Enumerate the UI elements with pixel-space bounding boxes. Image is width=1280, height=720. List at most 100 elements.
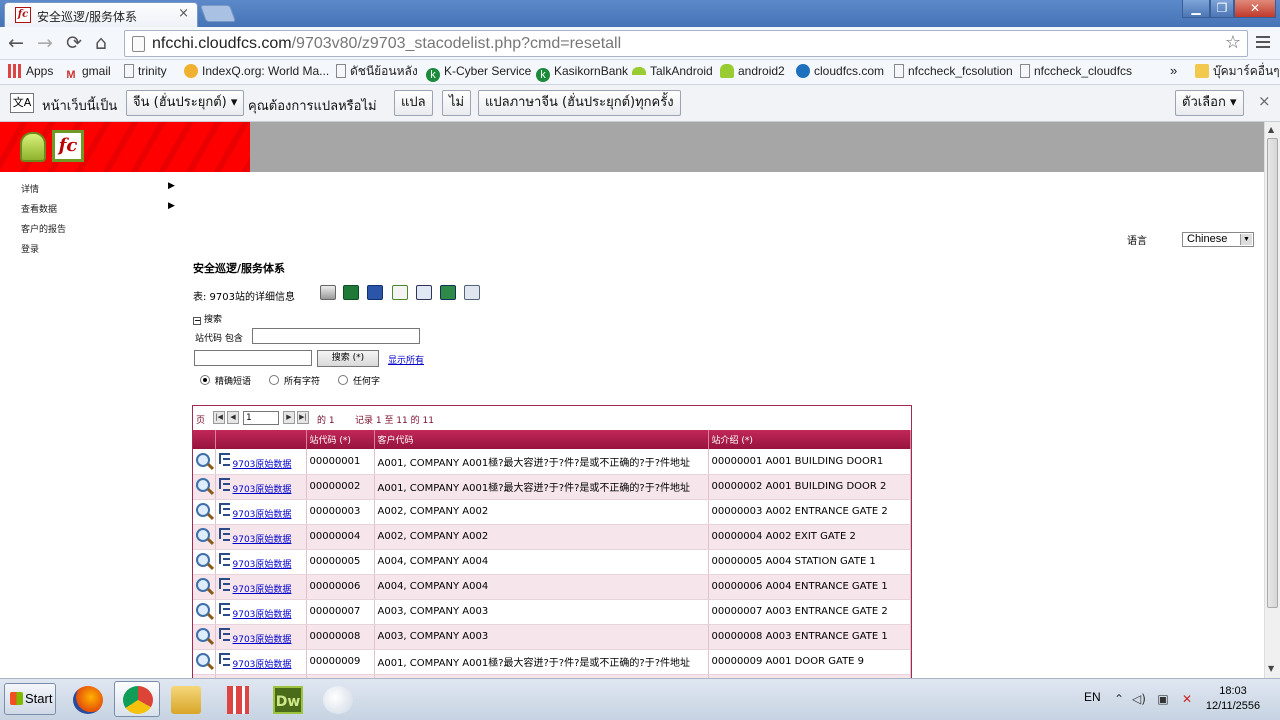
network-icon[interactable]: ▣ (1156, 692, 1170, 706)
bookmark-kasikorn[interactable]: k KasikornBank (536, 63, 628, 82)
vertical-scrollbar[interactable]: ▲ ▼ (1264, 122, 1280, 678)
basic-search-input[interactable] (194, 350, 312, 366)
scrollbar-thumb[interactable] (1267, 138, 1278, 608)
back-arrow-icon[interactable]: ← (8, 33, 24, 53)
input-language[interactable]: EN (1084, 690, 1101, 704)
word-icon[interactable] (367, 285, 383, 300)
bookmarks-more-button[interactable]: » (1170, 63, 1177, 79)
scroll-down-icon[interactable]: ▼ (1268, 664, 1274, 673)
page-number-input[interactable]: 1 (243, 411, 279, 425)
bookmark-apps[interactable]: Apps (8, 63, 53, 79)
magnifier-icon[interactable] (196, 603, 210, 617)
show-all-link[interactable]: 显示所有 (388, 353, 424, 366)
search-toggle[interactable]: − 搜索 (193, 312, 222, 325)
printer-icon[interactable] (320, 285, 336, 300)
scroll-up-icon[interactable]: ▲ (1268, 125, 1274, 134)
dreamweaver-icon: Dw (273, 686, 303, 714)
bookmark-talkandroid[interactable]: TalkAndroid (632, 63, 713, 79)
language-select[interactable]: Chinese ▼ (1182, 232, 1254, 247)
bookmark-thai-index[interactable]: ดัชนีย้อนหลัง (336, 63, 418, 79)
column-header-station-code[interactable]: 站代码 (*) (306, 430, 375, 449)
android-icon (720, 64, 734, 78)
table-row: 9703原始数据 00000009 A001, COMPANY A001極?最大容迸… (193, 649, 911, 675)
radio-any-word[interactable]: 任何字 (338, 374, 380, 387)
email-icon[interactable] (464, 285, 480, 300)
customer-code-cell: A001, COMPANY A001極?最大容迸?于?件?是或不正确的?于?件地… (374, 449, 709, 475)
taskbar-explorer[interactable] (162, 681, 208, 717)
column-header-station-desc[interactable]: 站介绍 (*) (708, 430, 911, 449)
other-bookmarks-folder[interactable]: บุ๊คมาร์คอื่นๆ (1195, 63, 1280, 79)
first-page-icon[interactable]: |◀ (213, 411, 225, 424)
taskbar-paint[interactable] (314, 681, 360, 717)
history-link[interactable]: 9703原始数据 (233, 485, 292, 495)
browser-tab[interactable]: fc 安全巡逻/服务体系 × (4, 2, 198, 27)
action-center-icon[interactable]: ✕ (1180, 692, 1194, 706)
history-link[interactable]: 9703原始数据 (233, 635, 292, 645)
search-button[interactable]: 搜索 (*) (317, 350, 379, 367)
source-language-select[interactable]: จีน (ฮั่นประยุกต์) ▾ (126, 90, 245, 116)
csv-icon[interactable] (440, 285, 456, 300)
radio-all-words[interactable]: 所有字符 (269, 374, 320, 387)
close-window-button[interactable]: ✕ (1234, 0, 1276, 18)
reload-icon[interactable]: ⟳ (66, 33, 82, 53)
volume-icon[interactable]: ◁) (1132, 692, 1146, 706)
sidebar-item-details[interactable]: 详情 ▶ (21, 181, 175, 195)
bookmark-cloudfcs[interactable]: cloudfcs.com (796, 63, 884, 79)
history-link[interactable]: 9703原始数据 (233, 535, 292, 545)
magnifier-icon[interactable] (196, 478, 210, 492)
minimize-button[interactable]: ▁ (1182, 0, 1210, 18)
excel-icon[interactable] (343, 285, 359, 300)
bookmark-nfccheck-cloudfcs[interactable]: nfccheck_cloudfcs (1020, 63, 1132, 79)
magnifier-icon[interactable] (196, 578, 210, 592)
address-bar[interactable]: nfcchi.cloudfcs.com/9703v80/z9703_stacod… (124, 30, 1248, 57)
magnifier-icon[interactable] (196, 528, 210, 542)
taskbar-dreamweaver[interactable]: Dw (264, 681, 310, 717)
prev-page-icon[interactable]: ◀ (227, 411, 239, 424)
sidebar-item-view-data[interactable]: 查看数据 ▶ (21, 201, 175, 215)
magnifier-icon[interactable] (196, 503, 210, 517)
start-button[interactable]: Start (4, 683, 56, 715)
maximize-button[interactable]: ❐ (1210, 0, 1234, 18)
history-link[interactable]: 9703原始数据 (233, 560, 292, 570)
no-translate-button[interactable]: ไม่ (442, 90, 472, 116)
history-link[interactable]: 9703原始数据 (233, 510, 292, 520)
magnifier-icon[interactable] (196, 553, 210, 567)
home-icon[interactable]: ⌂ (95, 33, 107, 53)
next-page-icon[interactable]: ▶ (283, 411, 295, 424)
sidebar-item-customer-report[interactable]: 客户的报告 (21, 222, 66, 235)
taskbar-firefox[interactable] (64, 681, 110, 717)
translate-options-button[interactable]: ตัวเลือก ▾ (1175, 90, 1244, 116)
taskbar-chrome[interactable] (114, 681, 160, 717)
magnifier-icon[interactable] (196, 628, 210, 642)
history-link[interactable]: 9703原始数据 (233, 460, 292, 470)
new-tab-button[interactable] (199, 5, 237, 22)
chrome-menu-icon[interactable] (1256, 36, 1270, 48)
station-code-input[interactable] (252, 328, 420, 344)
bookmark-k-cyber[interactable]: k K-Cyber Service (426, 63, 531, 82)
forward-arrow-icon[interactable]: → (37, 33, 53, 53)
tab-close-button[interactable]: × (178, 6, 189, 21)
history-link[interactable]: 9703原始数据 (233, 585, 292, 595)
translate-button[interactable]: แปล (394, 90, 433, 116)
xml-icon[interactable] (416, 285, 432, 300)
always-translate-button[interactable]: แปลภาษาจีน (ฮั่นประยุกต์)ทุกครั้ง (478, 90, 681, 116)
bookmark-android2[interactable]: android2 (720, 63, 785, 79)
show-hidden-icons-icon[interactable]: ⌃ (1112, 692, 1126, 706)
bookmark-star-icon[interactable]: ☆ (1225, 32, 1241, 53)
radio-exact-phrase[interactable]: 精确短语 (200, 374, 251, 387)
close-translate-bar-icon[interactable]: × (1258, 92, 1271, 110)
taskbar-apps[interactable] (214, 681, 260, 717)
sidebar-item-login[interactable]: 登录 (21, 242, 39, 255)
last-page-icon[interactable]: ▶| (297, 411, 309, 424)
html-icon[interactable] (392, 285, 408, 300)
history-link[interactable]: 9703原始数据 (233, 610, 292, 620)
bookmark-trinity[interactable]: trinity (124, 63, 167, 79)
magnifier-icon[interactable] (196, 653, 210, 667)
bookmark-indexq[interactable]: IndexQ.org: World Ma... (184, 63, 329, 79)
history-link[interactable]: 9703原始数据 (233, 660, 292, 670)
column-header-customer-code[interactable]: 客户代码 (374, 430, 709, 449)
system-clock[interactable]: 18:03 12/11/2556 (1198, 684, 1268, 714)
bookmark-gmail[interactable]: Mgmail (64, 63, 110, 82)
bookmark-nfccheck-fcsolution[interactable]: nfccheck_fcsolution (894, 63, 1013, 79)
magnifier-icon[interactable] (196, 452, 210, 467)
